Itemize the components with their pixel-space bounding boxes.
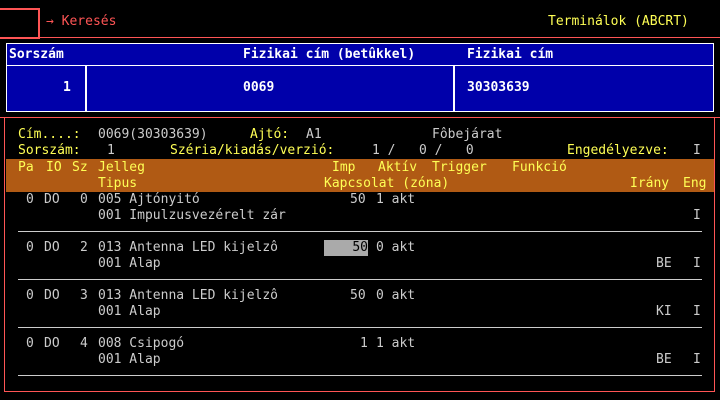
cell-aktiv: 1 akt: [376, 336, 416, 351]
cell-eng: I: [693, 256, 701, 271]
frame-line: [38, 8, 40, 38]
row-separator: [18, 327, 702, 328]
cell-pa: 0: [26, 288, 34, 303]
search-button[interactable]: → Keresés: [46, 14, 116, 30]
th-eng: Eng: [683, 176, 707, 191]
cell-aktiv: 0 akt: [376, 288, 416, 303]
row-separator: [18, 279, 702, 280]
cim-label: Cím....:: [18, 127, 81, 142]
cell-eng: I: [693, 208, 701, 223]
cell-irany: KI: [656, 304, 672, 319]
szeria-value[interactable]: 1 / 0 / 0: [372, 143, 474, 159]
cim-value[interactable]: 0069(30303639): [98, 127, 208, 143]
grid-col-fizikai-betukkel[interactable]: Fizikai cím (betûkkel): [243, 47, 415, 63]
cell-sz: 3: [80, 288, 88, 303]
engedelyezve-value[interactable]: I: [693, 143, 701, 159]
th-io: IO: [46, 160, 62, 175]
cell-io: DO: [44, 336, 60, 351]
sorszam-value[interactable]: 1: [107, 143, 115, 159]
frame-top: [0, 37, 720, 38]
cell-io: DO: [44, 192, 60, 207]
th-aktiv: Aktív: [378, 160, 418, 175]
th-jelleg: Jelleg: [98, 160, 145, 175]
cell-tipus: 001 Alap: [98, 304, 161, 319]
th-sz: Sz: [72, 160, 88, 175]
fobejarat-value: Fôbejárat: [432, 127, 503, 142]
th-kapcsolat: Kapcsolat (zóna): [324, 176, 450, 191]
grid-header-separator: [7, 65, 713, 66]
frame-right: [714, 118, 715, 392]
engedelyezve-label: Engedélyezve:: [567, 143, 669, 158]
cell-imp-selected[interactable]: 50: [324, 240, 368, 256]
cell-eng: I: [693, 304, 701, 319]
cell-tipus: 001 Impulzusvezérelt zár: [98, 208, 286, 223]
cell-sz: 0: [80, 192, 88, 207]
row-separator: [18, 375, 702, 376]
cell-imp[interactable]: 50: [350, 288, 366, 304]
frame-line: [0, 8, 40, 10]
frame-left: [4, 118, 5, 392]
cell-io: DO: [44, 240, 60, 255]
ajto-label: Ajtó:: [250, 127, 290, 142]
cell-sz: 4: [80, 336, 88, 351]
cell-eng: I: [693, 352, 701, 367]
cell-jelleg: 005 Ajtónyitó: [98, 192, 200, 207]
th-imp: Imp: [332, 160, 356, 175]
cell-irany: BE: [656, 352, 672, 367]
frame-mid: [0, 117, 720, 118]
th-irany: Irány: [630, 176, 670, 191]
grid-col-fizikai[interactable]: Fizikai cím: [467, 47, 553, 63]
terminal-grid[interactable]: Sorszám Fizikai cím (betûkkel) Fizikai c…: [6, 43, 714, 112]
cell-tipus: 001 Alap: [98, 352, 161, 367]
arrow-right-icon: →: [46, 14, 62, 29]
cell-imp[interactable]: 1: [360, 336, 368, 352]
cell-pa: 0: [26, 336, 34, 351]
table-header: Pa IO Sz Jelleg Imp Aktív Trigger Funkci…: [6, 159, 714, 192]
cell-aktiv: 0 akt: [376, 240, 416, 255]
cell-irany: BE: [656, 256, 672, 271]
grid-cell-fizikai[interactable]: 30303639: [467, 80, 530, 96]
cell-pa: 0: [26, 192, 34, 207]
page-title: Terminálok (ABCRT): [548, 14, 689, 29]
search-label: Keresés: [61, 14, 117, 29]
cell-jelleg: 013 Antenna LED kijelzô: [98, 240, 279, 255]
row-separator: [18, 231, 702, 232]
th-tipus: Tipus: [98, 176, 138, 191]
cell-aktiv: 1 akt: [376, 192, 416, 207]
grid-col-sorszam[interactable]: Sorszám: [9, 47, 64, 63]
grid-cell-sorszam[interactable]: 1: [63, 80, 71, 96]
grid-col-separator: [85, 66, 87, 111]
th-funkcio: Funkció: [512, 160, 567, 175]
th-pa: Pa: [18, 160, 34, 175]
grid-col-separator: [453, 66, 455, 111]
szeria-label: Széria/kiadás/verzió:: [170, 143, 335, 158]
cell-pa: 0: [26, 240, 34, 255]
cell-tipus: 001 Alap: [98, 256, 161, 271]
ajto-value[interactable]: A1: [306, 127, 322, 143]
cell-jelleg: 013 Antenna LED kijelzô: [98, 288, 279, 303]
sorszam-label: Sorszám:: [18, 143, 81, 158]
cell-io: DO: [44, 288, 60, 303]
grid-cell-fizikai-betukkel[interactable]: 0069: [243, 80, 274, 96]
cell-imp[interactable]: 50: [350, 192, 366, 208]
th-trigger: Trigger: [432, 160, 487, 175]
cell-jelleg: 008 Csipogó: [98, 336, 185, 351]
frame-bottom: [4, 391, 715, 392]
cell-sz: 2: [80, 240, 88, 255]
